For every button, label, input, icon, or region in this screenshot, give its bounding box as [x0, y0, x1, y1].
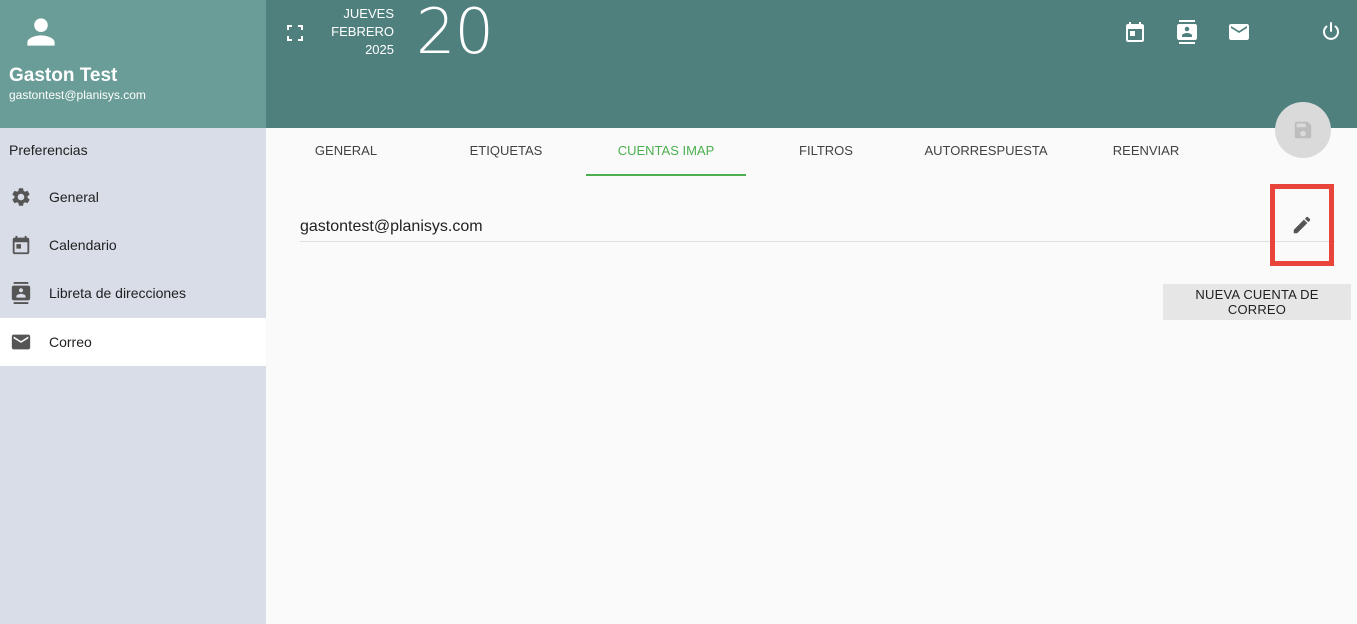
contacts-icon	[11, 282, 31, 304]
sidebar-item-correo[interactable]: Correo	[0, 318, 266, 366]
tab-filtros[interactable]: FILTROS	[746, 128, 906, 174]
sidebar-item-general[interactable]: General	[0, 173, 266, 221]
calendar-icon[interactable]	[1123, 20, 1147, 44]
day-number: 20	[416, 0, 494, 68]
new-account-button[interactable]: NUEVA CUENTA DE CORREO	[1163, 284, 1351, 320]
power-icon[interactable]	[1319, 20, 1343, 44]
sidebar-item-label: Correo	[49, 334, 92, 350]
top-bar: JUEVES FEBRERO 2025 20	[266, 0, 1357, 128]
gear-icon	[12, 188, 30, 206]
tab-cuentas-imap[interactable]: CUENTAS IMAP	[586, 128, 746, 176]
mail-icon	[11, 334, 31, 350]
sidebar-item-label: General	[49, 189, 99, 205]
account-row: gastontest@planisys.com	[300, 200, 1335, 242]
sidebar-item-calendario[interactable]: Calendario	[0, 221, 266, 269]
save-button[interactable]	[1275, 102, 1331, 158]
mail-icon[interactable]	[1227, 20, 1251, 44]
sidebar-title: Preferencias	[9, 142, 88, 158]
tab-autorrespuesta[interactable]: AUTORRESPUESTA	[906, 128, 1066, 174]
contacts-icon[interactable]	[1175, 20, 1199, 44]
tab-bar: GENERAL ETIQUETAS CUENTAS IMAP FILTROS A…	[266, 128, 1266, 176]
fullscreen-icon[interactable]	[286, 24, 304, 42]
sidebar-item-label: Calendario	[49, 237, 117, 253]
pencil-icon	[1293, 216, 1311, 234]
weekday: JUEVES	[343, 6, 394, 21]
account-email: gastontest@planisys.com	[300, 218, 483, 235]
month: FEBRERO	[331, 24, 394, 39]
sidebar-item-label: Libreta de direcciones	[49, 285, 186, 301]
date-text: JUEVES FEBRERO 2025	[306, 5, 394, 59]
save-icon	[1294, 121, 1312, 139]
tab-reenviar[interactable]: REENVIAR	[1066, 128, 1226, 174]
calendar-icon	[12, 235, 30, 255]
user-email: gastontest@planisys.com	[9, 88, 146, 102]
sidebar: Preferencias General Calendario Libreta …	[0, 128, 266, 624]
sidebar-item-libreta[interactable]: Libreta de direcciones	[0, 269, 266, 317]
avatar-icon[interactable]	[24, 15, 58, 49]
tab-general[interactable]: GENERAL	[266, 128, 426, 174]
edit-account-button[interactable]	[1270, 184, 1334, 266]
year: 2025	[365, 42, 394, 57]
user-header: Gaston Test gastontest@planisys.com	[0, 0, 266, 128]
tab-etiquetas[interactable]: ETIQUETAS	[426, 128, 586, 174]
user-name: Gaston Test	[9, 65, 118, 86]
